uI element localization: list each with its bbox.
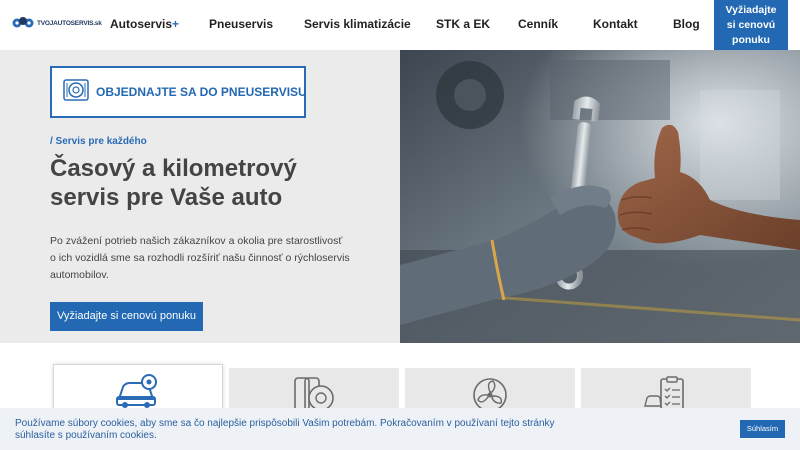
cookie-text-line-2: súhlasíte s používaním cookies. <box>15 430 157 441</box>
nav-blog[interactable]: Blog <box>673 17 700 31</box>
header-quote-line-1: Vyžiadajte <box>725 4 777 16</box>
nav-servis-klimatizacie[interactable]: Servis klimatizácie <box>304 17 411 31</box>
nav-autoservis[interactable]: Autoservis+ <box>110 17 179 31</box>
nav-autoservis-label: Autoservis <box>110 17 173 31</box>
tire-book-icon <box>63 78 89 106</box>
hero-text-line-2: o ich vozidlá sme sa rozhodli rozšíriť n… <box>50 252 350 264</box>
hero-eyebrow: / Servis pre každého <box>50 136 147 147</box>
booking-label: OBJEDNAJTE SA DO PNEUSERVISU <box>96 85 307 99</box>
logo-text: TVOJAUTOSERVIS.sk <box>37 19 102 27</box>
hero-description: Po zvážení potrieb našich zákazníkov a o… <box>50 233 370 284</box>
hero-title: Časový a kilometrový servis pre Vaše aut… <box>50 154 370 212</box>
hero-text-line-1: Po zvážení potrieb našich zákazníkov a o… <box>50 235 343 247</box>
header-quote-line-2: si cenovú <box>726 19 776 31</box>
hero-quote-button[interactable]: Vyžiadajte si cenovú ponuku <box>50 302 203 331</box>
nav-pneuservis[interactable]: Pneuservis <box>209 17 273 31</box>
cookie-banner: Používame súbory cookies, aby sme sa čo … <box>0 408 800 450</box>
nav-stk-ek[interactable]: STK a EK <box>436 17 490 31</box>
cookie-text: Používame súbory cookies, aby sme sa čo … <box>15 418 575 442</box>
hero-photo-mechanic-thumbs-up <box>400 50 800 343</box>
site-logo[interactable]: TVOJAUTOSERVIS.sk <box>12 15 102 31</box>
hero-title-line-1: Časový a kilometrový <box>50 155 297 182</box>
hero-text-line-3: automobilov. <box>50 269 109 281</box>
header-quote-button[interactable]: Vyžiadajte si cenovú ponuku <box>714 0 788 50</box>
site-header: TVOJAUTOSERVIS.sk Autoservis+ Pneuservis… <box>0 0 800 50</box>
logo-icon <box>12 17 34 28</box>
hero-title-line-2: servis pre Vaše auto <box>50 184 283 211</box>
cookie-text-line-1: Používame súbory cookies, aby sme sa čo … <box>15 418 555 429</box>
cookie-accept-button[interactable]: Súhlasím <box>740 420 785 438</box>
booking-tireservice-button[interactable]: OBJEDNAJTE SA DO PNEUSERVISU <box>50 66 307 118</box>
nav-plus-icon: + <box>172 17 180 31</box>
nav-kontakt[interactable]: Kontakt <box>593 17 638 31</box>
header-quote-line-3: ponuku <box>732 34 770 46</box>
nav-cennik[interactable]: Cenník <box>518 17 558 31</box>
